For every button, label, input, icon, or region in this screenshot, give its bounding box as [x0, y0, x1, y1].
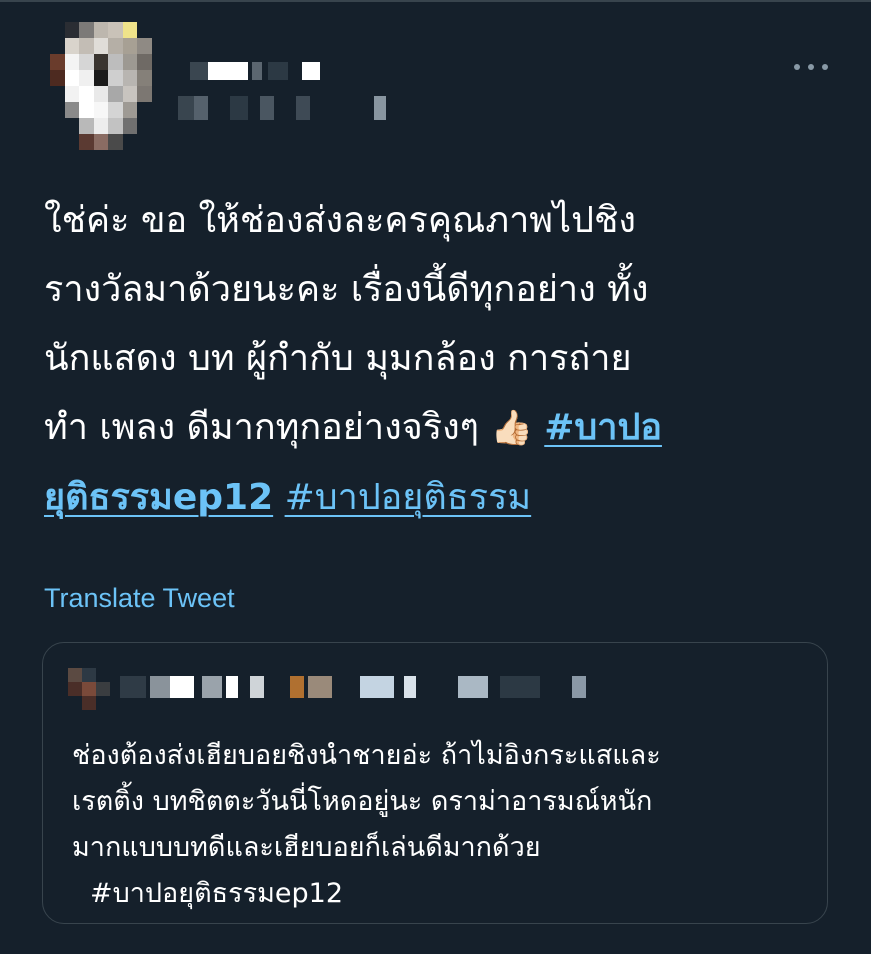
quoted-tweet-text: ช่องต้องส่งเฮียบอยชิงนำชายอ่ะ ถ้าไม่อิงก… [72, 733, 812, 917]
quoted-text-line: ช่องต้องส่งเฮียบอยชิงนำชายอ่ะ ถ้าไม่อิงก… [72, 740, 661, 771]
tweet-hashtag-line: ยุติธรรมep12 #บาปอยุติธรรม [44, 463, 834, 532]
hashtag-link-baap-ayutitham-ep12-cont[interactable]: ยุติธรรมep12 [44, 477, 273, 518]
author-avatar[interactable] [50, 22, 166, 150]
author-handle-obscured[interactable] [178, 96, 398, 120]
quoted-hashtag-line: #บาปอยุติธรรมep12 [72, 871, 812, 917]
tweet-text-segment: ทำ เพลง ดีมากทุกอย่างจริงๆ [44, 407, 491, 448]
more-horizontal-icon[interactable] [794, 60, 828, 74]
quoted-text-line: มากแบบบทดีและเฮียบอยก็เล่นดีมากด้วย [72, 832, 541, 863]
tweet-text-line-with-hashtag: ทำ เพลง ดีมากทุกอย่างจริงๆ 👍🏻 #บาปอ [44, 393, 834, 463]
top-divider [0, 0, 871, 2]
hashtag-link-baap-ayutitham-ep12[interactable]: #บาปอ [544, 407, 662, 448]
author-display-name-obscured[interactable] [190, 62, 330, 80]
translate-tweet-link[interactable]: Translate Tweet [44, 583, 235, 614]
thumbs-up-emoji-icon: 👍🏻 [490, 408, 533, 448]
quoted-text-line: เรตติ้ง บทชิตตะวันนี่โหดอยู่นะ ดราม่าอาร… [72, 786, 653, 817]
tweet-text: ใช่ค่ะ ขอ ให้ช่องส่งละครคุณภาพไปชิง รางว… [44, 186, 834, 532]
tweet-text-line: ใช่ค่ะ ขอ ให้ช่องส่งละครคุณภาพไปชิง [44, 200, 636, 241]
hashtag-link-baap-ayutitham[interactable]: #บาปอยุติธรรม [285, 477, 532, 518]
quoted-author-avatar[interactable] [68, 668, 112, 712]
quoted-author-name-obscured[interactable] [120, 676, 590, 698]
quoted-hashtag: #บาปอยุติธรรมep12 [90, 878, 344, 909]
tweet-text-line: นักแสดง บท ผู้กำกับ มุมกล้อง การถ่าย [44, 338, 632, 379]
tweet-text-line: รางวัลมาด้วยนะคะ เรื่องนี้ดีทุกอย่าง ทั้… [44, 269, 649, 310]
